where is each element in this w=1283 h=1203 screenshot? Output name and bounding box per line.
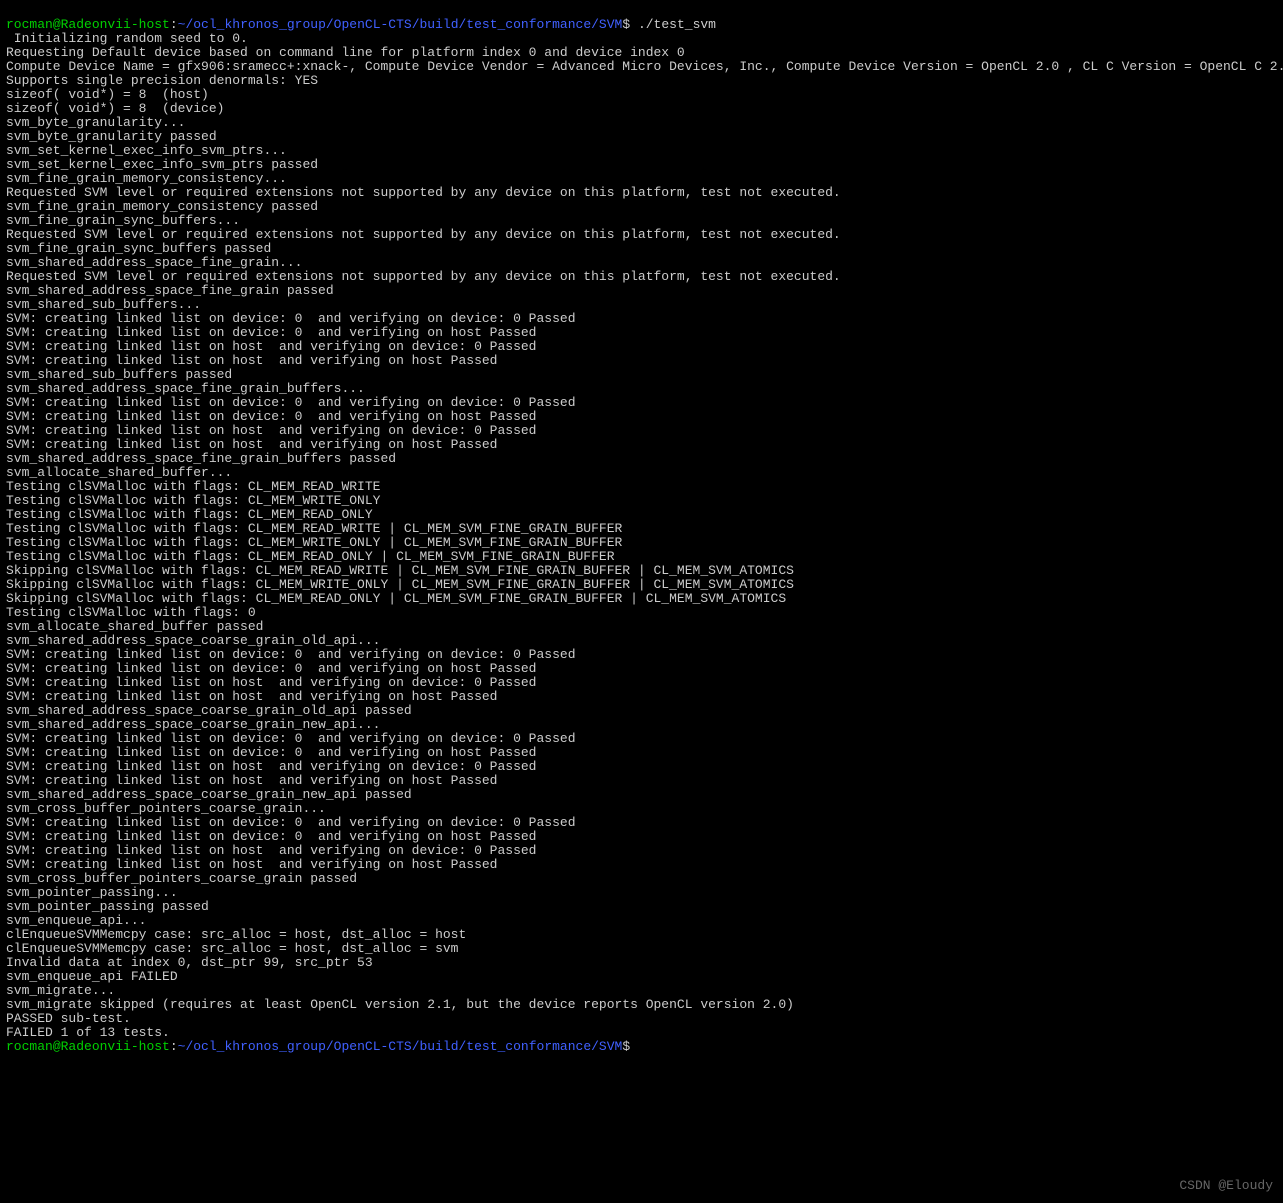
prompt-user: rocman	[6, 17, 53, 32]
prompt-host: Radeonvii-host	[61, 17, 170, 32]
prompt-colon: :	[170, 1039, 178, 1054]
terminal-output: Initializing random seed to 0. Requestin…	[6, 32, 1277, 1040]
prompt-dollar: $	[622, 1039, 630, 1054]
terminal[interactable]: rocman@Radeonvii-host:~/ocl_khronos_grou…	[0, 0, 1283, 1058]
prompt-at: @	[53, 17, 61, 32]
prompt-dollar: $	[622, 17, 630, 32]
prompt-line-1: rocman@Radeonvii-host:~/ocl_khronos_grou…	[6, 17, 716, 32]
prompt-colon: :	[170, 17, 178, 32]
command-text: ./test_svm	[630, 17, 716, 32]
prompt-line-2: rocman@Radeonvii-host:~/ocl_khronos_grou…	[6, 1039, 630, 1054]
prompt-path: ~/ocl_khronos_group/OpenCL-CTS/build/tes…	[178, 1039, 623, 1054]
prompt-user: rocman	[6, 1039, 53, 1054]
prompt-path: ~/ocl_khronos_group/OpenCL-CTS/build/tes…	[178, 17, 623, 32]
prompt-host: Radeonvii-host	[61, 1039, 170, 1054]
watermark: CSDN @Eloudy	[1179, 1179, 1273, 1193]
prompt-at: @	[53, 1039, 61, 1054]
